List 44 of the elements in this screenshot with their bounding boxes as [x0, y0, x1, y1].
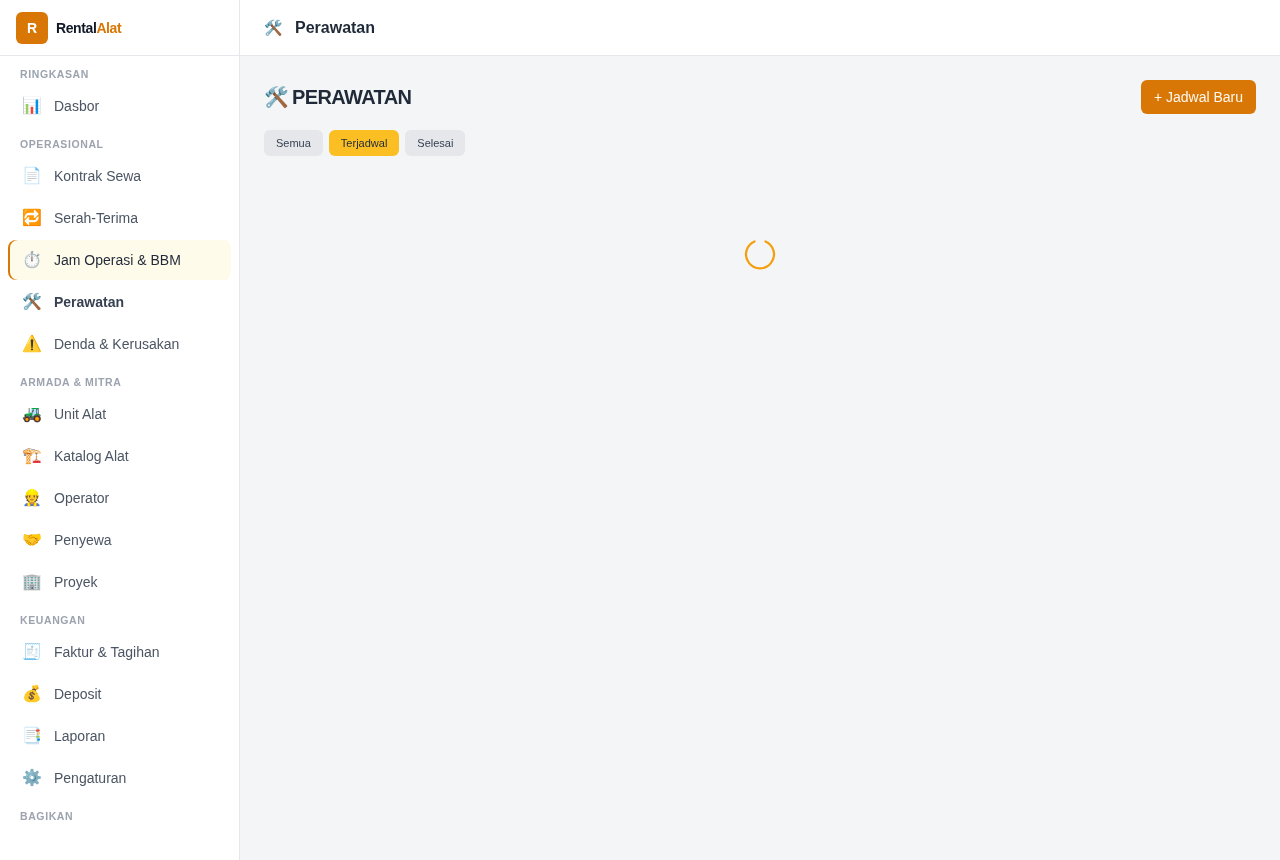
section-title: OPERASIONAL: [20, 138, 105, 151]
office-building-icon: 🏢: [22, 572, 42, 592]
page-heading: PERAWATAN: [292, 85, 412, 109]
section-title: KEUANGAN: [20, 614, 87, 627]
report-icon: 📑: [22, 726, 42, 746]
crane-icon: 🏗: [22, 446, 42, 466]
hammer-wrench-icon: 🛠: [22, 292, 42, 312]
sidebar-item[interactable]: 🏢 Proyek: [8, 562, 231, 602]
sidebar-item[interactable]: 📊 Dasbor: [8, 86, 231, 126]
sidebar-item[interactable]: 🛠 Perawatan: [8, 282, 231, 322]
topbar-title: Perawatan: [295, 18, 376, 37]
section-title: BAGIKAN: [20, 810, 75, 823]
tractor-icon: 🚜: [22, 404, 42, 424]
logo-mark: R: [16, 11, 48, 44]
handshake-icon: 🤝: [22, 530, 42, 550]
filter-tab[interactable]: Terjadwal: [328, 130, 400, 156]
sidebar-item[interactable]: 📑 Laporan: [8, 716, 231, 756]
sidebar-item[interactable]: ⚙ Pengaturan: [8, 758, 231, 798]
sidebar-item[interactable]: 🚜 Unit Alat: [8, 394, 231, 434]
warning-icon: ⚠: [22, 334, 42, 354]
section-title: ARMADA & MITRA: [20, 376, 123, 389]
gear-icon: ⚙: [22, 768, 42, 788]
section-title: RINGKASAN: [20, 68, 90, 81]
sidebar-item[interactable]: 🔁 Serah-Terima: [8, 198, 231, 238]
sidebar-item[interactable]: 💰 Deposit: [8, 674, 231, 714]
receipt-icon: 🧾: [22, 642, 42, 662]
filter-tab[interactable]: Selesai: [405, 130, 466, 156]
bar-chart-icon: 📊: [22, 96, 42, 116]
hammer-wrench-icon: 🛠: [264, 85, 289, 109]
money-bag-icon: 💰: [22, 684, 42, 704]
sidebar-item[interactable]: 🤝 Penyewa: [8, 520, 231, 560]
sidebar-item[interactable]: 👷 Operator: [8, 478, 231, 518]
hammer-wrench-icon: 🛠: [264, 18, 283, 37]
sidebar-item[interactable]: ⏱ Jam Operasi & BBM: [8, 240, 231, 280]
stopwatch-icon: ⏱: [22, 250, 42, 270]
worker-icon: 👷: [22, 488, 42, 508]
sidebar-item[interactable]: ⚠ Denda & Kerusakan: [8, 324, 231, 364]
sidebar-item[interactable]: 📄 Kontrak Sewa: [8, 156, 231, 196]
sidebar-item[interactable]: 🧾 Faktur & Tagihan: [8, 632, 231, 672]
sidebar-item[interactable]: 🏗 Katalog Alat: [8, 436, 231, 476]
filter-tab[interactable]: Semua: [264, 130, 323, 156]
brand-name: RentalAlat: [56, 19, 122, 36]
repeat-arrows-icon: 🔁: [22, 208, 42, 228]
document-icon: 📄: [22, 166, 42, 186]
